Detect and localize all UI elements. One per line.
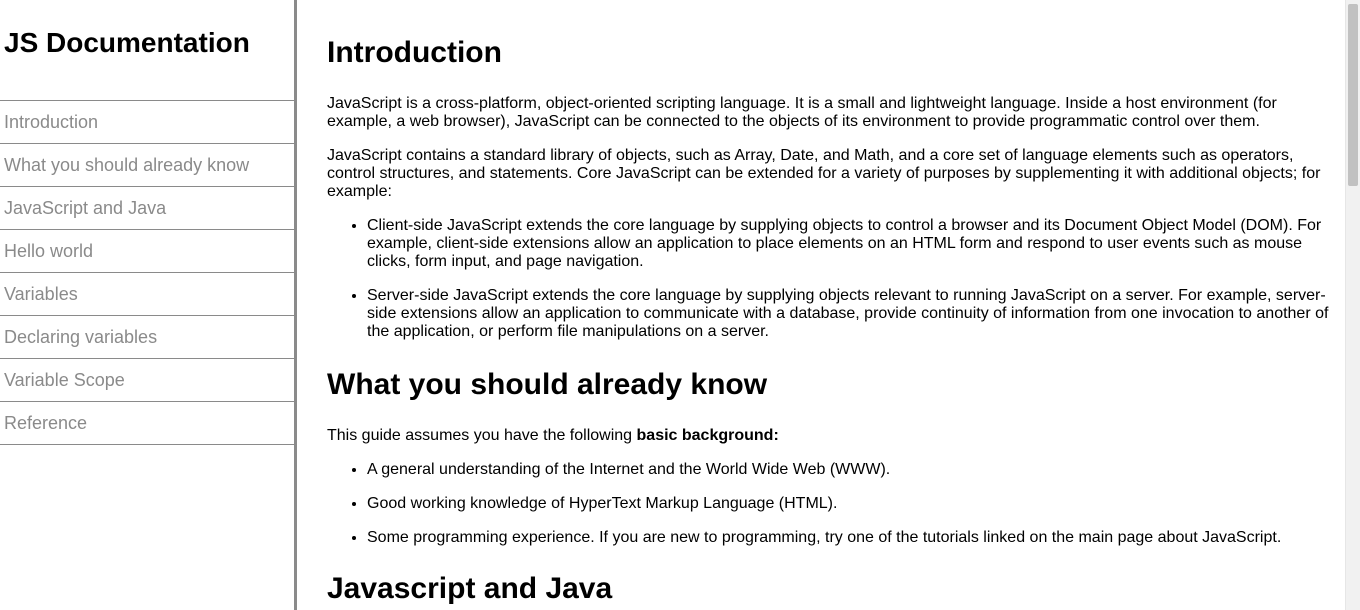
section-javascript-and-java: Javascript and Java (327, 547, 1330, 607)
section-what-you-should-already-know: What you should already know This guide … (327, 341, 1330, 547)
list-item: Client-side JavaScript extends the core … (367, 217, 1330, 271)
scrollbar-thumb[interactable] (1348, 4, 1358, 186)
bold-text: basic background: (636, 427, 779, 444)
scrollbar[interactable] (1345, 0, 1360, 610)
nav-link-hello-world[interactable]: Hello world (0, 229, 294, 272)
section-header: Javascript and Java (327, 572, 613, 605)
list-item: Some programming experience. If you are … (367, 529, 1330, 547)
nav-link-javascript-and-java[interactable]: JavaScript and Java (0, 186, 294, 229)
bullet-list: Client-side JavaScript extends the core … (327, 217, 1330, 341)
paragraph: JavaScript is a cross-platform, object-o… (327, 95, 1277, 130)
section-introduction: Introduction JavaScript is a cross-platf… (327, 0, 1330, 341)
nav-list: Introduction What you should already kno… (0, 100, 294, 445)
list-item: Server-side JavaScript extends the core … (367, 287, 1330, 341)
nav-link-variable-scope[interactable]: Variable Scope (0, 358, 294, 401)
nav-link-what-you-should-already-know[interactable]: What you should already know (0, 143, 294, 186)
bullet-list: A general understanding of the Internet … (327, 461, 1330, 547)
section-header: What you should already know (327, 368, 768, 401)
list-item: Good working knowledge of HyperText Mark… (367, 495, 1330, 513)
section-header: Introduction (327, 36, 502, 69)
paragraph: This guide assumes you have the followin… (327, 427, 1330, 445)
list-item: A general understanding of the Internet … (367, 461, 1330, 479)
paragraph: JavaScript contains a standard library o… (327, 147, 1321, 200)
main-doc[interactable]: Introduction JavaScript is a cross-platf… (297, 0, 1345, 610)
nav-link-reference[interactable]: Reference (0, 401, 294, 445)
navbar: JS Documentation Introduction What you s… (0, 0, 297, 610)
navbar-title: JS Documentation (4, 27, 250, 58)
paragraph-text: This guide assumes you have the followin… (327, 427, 637, 444)
nav-link-introduction[interactable]: Introduction (0, 100, 294, 143)
nav-link-declaring-variables[interactable]: Declaring variables (0, 315, 294, 358)
nav-link-variables[interactable]: Variables (0, 272, 294, 315)
